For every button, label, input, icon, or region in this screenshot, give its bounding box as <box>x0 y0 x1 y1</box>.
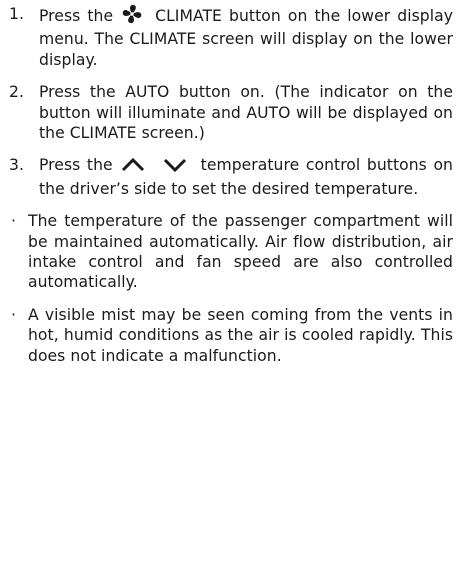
step-text-pre: Press the <box>39 156 113 175</box>
step-text: Press the CLIMATE button on the lower dis… <box>39 4 453 70</box>
step-item-1: 1. Press the CLIMATE button on the lower … <box>9 4 453 70</box>
chevron-up-icon <box>121 157 145 178</box>
step-number: 3. <box>9 156 24 175</box>
fan-icon <box>121 4 143 29</box>
step-text: Press the temperature control buttons on … <box>39 155 453 199</box>
note-item-1: · The temperature of the passenger compa… <box>9 211 453 293</box>
chevron-down-icon <box>163 157 187 178</box>
note-text: The temperature of the passenger compart… <box>28 212 453 292</box>
bullet-mark: · <box>11 212 17 231</box>
document-page: 1. Press the CLIMATE button on the lower … <box>0 0 459 572</box>
step-text: Press the AUTO button on. (The indicator… <box>39 83 453 143</box>
step-item-2: 2. Press the AUTO button on. (The indica… <box>9 82 453 143</box>
step-number: 1. <box>9 5 24 23</box>
step-item-3: 3. Press the temperature control buttons … <box>9 155 453 199</box>
step-number: 2. <box>9 83 24 102</box>
bullet-mark: · <box>11 305 17 324</box>
note-text: A visible mist may be seen coming from t… <box>28 305 453 365</box>
step-text-pre: Press the <box>39 7 114 25</box>
note-item-2: · A visible mist may be seen coming from… <box>9 305 453 366</box>
